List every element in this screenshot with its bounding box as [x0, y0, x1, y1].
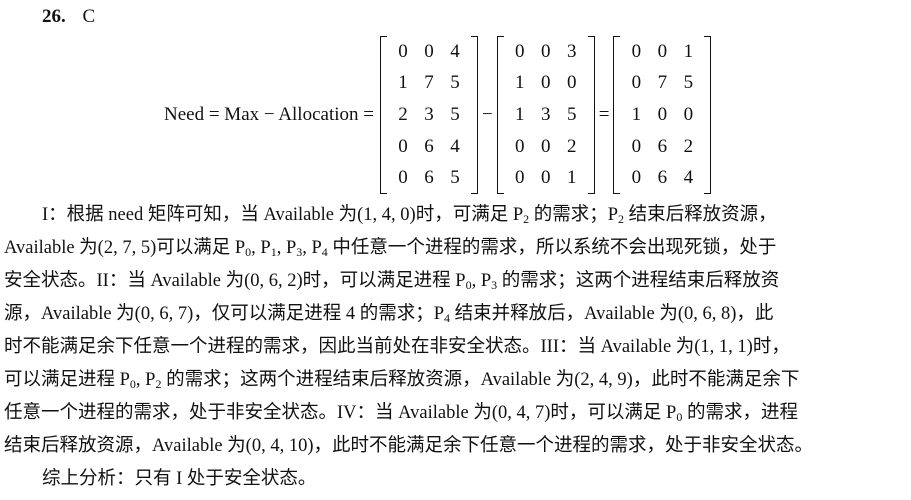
matrix-row: 001	[507, 162, 585, 194]
allocation-matrix: 003100135002001	[496, 36, 595, 194]
matrix-cell: 5	[683, 72, 694, 94]
equation-label: Need = Max − Allocation =	[164, 104, 374, 125]
matrix-row: 175	[390, 68, 468, 100]
explanation-line-3: 安全状态。II：当 Available 为(0, 6, 2)时，可以满足进程 P…	[4, 271, 780, 292]
matrix-cell: 0	[566, 72, 577, 94]
matrix-row: 001	[623, 36, 701, 68]
matrix-row: 062	[623, 131, 701, 163]
matrix-row: 235	[390, 99, 468, 131]
minus-sign: −	[481, 104, 493, 125]
matrix-row: 075	[623, 68, 701, 100]
explanation-line-8: 结束后释放资源，Available 为(0, 4, 10)，此时不能满足余下任意…	[4, 436, 813, 456]
matrix-cell: 0	[540, 167, 551, 189]
explanation-line-1: I：根据 need 矩阵可知，当 Available 为(1, 4, 0)时，可…	[42, 205, 777, 226]
matrix-cell: 6	[424, 135, 434, 157]
explanation-line-5: 时不能满足余下任意一个进程的需求，因此当前处在非安全状态。III：当 Avail…	[4, 337, 790, 357]
max-matrix: 004175235064065	[379, 36, 478, 194]
matrix-cell: 7	[424, 72, 434, 94]
matrix-row: 100	[623, 99, 701, 131]
matrix-row: 002	[507, 131, 585, 163]
matrix-cell: 0	[540, 40, 551, 62]
answer-letter: C	[82, 6, 96, 27]
matrix-cell: 5	[450, 103, 460, 125]
matrix-row: 100	[507, 68, 585, 100]
question-number: 26.	[42, 6, 66, 27]
matrix-row: 135	[507, 99, 585, 131]
matrix-cell: 3	[566, 40, 577, 62]
conclusion-line: 综上分析：只有 I 处于安全状态。	[42, 469, 317, 489]
matrix-cell: 3	[424, 103, 434, 125]
matrix-cell: 4	[450, 40, 460, 62]
matrix-row: 064	[390, 131, 468, 163]
explanation-line-2: Available 为(2, 7, 5)可以满足 P0, P1, P3, P4 …	[4, 238, 777, 259]
matrix-cell: 0	[398, 40, 408, 62]
matrix-cell: 2	[566, 135, 577, 157]
watermark	[816, 19, 893, 103]
matrix-cell: 1	[683, 40, 694, 62]
matrix-cell: 5	[450, 167, 460, 189]
matrix-cell: 6	[657, 135, 668, 157]
matrix-cell: 0	[631, 40, 642, 62]
matrix-row: 004	[390, 36, 468, 68]
matrix-cell: 0	[514, 135, 525, 157]
matrix-row: 003	[507, 36, 585, 68]
matrix-cell: 4	[683, 167, 694, 189]
question-header: 26. C	[42, 6, 95, 28]
matrix-cell: 3	[540, 103, 551, 125]
matrix-cell: 0	[398, 135, 408, 157]
matrix-cell: 1	[631, 103, 642, 125]
matrix-cell: 1	[514, 72, 525, 94]
matrix-cell: 2	[683, 135, 694, 157]
explanation-line-7: 任意一个进程的需求，处于非安全状态。IV：当 Available 为(0, 4,…	[4, 403, 798, 424]
matrix-cell: 5	[566, 103, 577, 125]
need-equation: Need = Max − Allocation = 00417523506406…	[164, 34, 712, 196]
matrix-cell: 6	[424, 167, 434, 189]
matrix-cell: 0	[683, 103, 694, 125]
matrix-cell: 0	[540, 72, 551, 94]
matrix-cell: 2	[398, 103, 408, 125]
matrix-row: 065	[390, 162, 468, 194]
explanation-line-6: 可以满足进程 P0, P2 的需求；这两个进程结束后释放资源，Available…	[4, 370, 800, 391]
matrix-cell: 0	[657, 40, 668, 62]
matrix-cell: 5	[450, 72, 460, 94]
matrix-cell: 1	[398, 72, 408, 94]
matrix-row: 064	[623, 162, 701, 194]
matrix-cell: 4	[450, 135, 460, 157]
matrix-cell: 7	[657, 72, 668, 94]
matrix-cell: 0	[514, 40, 525, 62]
matrix-cell: 0	[631, 72, 642, 94]
need-matrix: 001075100062064	[613, 36, 712, 194]
matrix-cell: 6	[657, 167, 668, 189]
matrix-cell: 0	[514, 167, 525, 189]
matrix-cell: 0	[657, 103, 668, 125]
matrix-cell: 0	[424, 40, 434, 62]
matrix-cell: 0	[398, 167, 408, 189]
equals-sign: =	[598, 104, 610, 125]
matrix-cell: 1	[566, 167, 577, 189]
matrix-cell: 0	[540, 135, 551, 157]
explanation-line-4: 源，Available 为(0, 6, 7)，仅可以满足进程 4 的需求；P4 …	[4, 304, 774, 325]
matrix-cell: 0	[631, 135, 642, 157]
matrix-cell: 0	[631, 167, 642, 189]
matrix-cell: 1	[514, 103, 525, 125]
